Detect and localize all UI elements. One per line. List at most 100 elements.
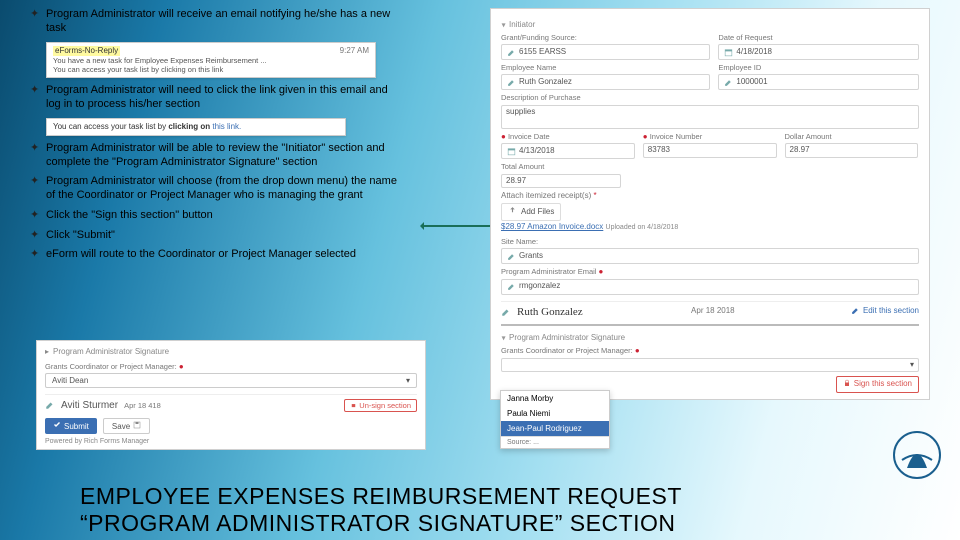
- pointer-arrow: [422, 225, 497, 227]
- required-icon: ●: [635, 346, 640, 355]
- field-value: 1000001: [736, 78, 767, 87]
- title-line-2: “PROGRAM ADMINISTRATOR SIGNATURE” SECTIO…: [80, 510, 900, 536]
- dropdown-option[interactable]: Janna Morby: [501, 391, 609, 406]
- dropdown-option[interactable]: Jean-Paul Rodriguez: [501, 421, 609, 436]
- slide-title: EMPLOYEE EXPENSES REIMBURSEMENT REQUEST …: [80, 483, 900, 536]
- chevron-down-icon: ▸: [499, 336, 508, 340]
- coordinator-select-filled[interactable]: Aviti Dean ▾: [45, 373, 417, 388]
- field-label: Program Administrator Email: [501, 267, 596, 276]
- sign-label: Sign this section: [854, 380, 912, 389]
- lock-icon: [843, 379, 851, 390]
- instruction-list: ✦ Program Administrator will receive an …: [30, 8, 405, 268]
- date-request-input[interactable]: 4/18/2018: [718, 44, 919, 60]
- field-label: Invoice Date: [508, 132, 550, 141]
- dollar-amount-input[interactable]: 28.97: [785, 143, 919, 158]
- pa-signature-section: ▸ Program Administrator Signature Grants…: [501, 324, 919, 393]
- employee-name-input[interactable]: Ruth Gonzalez: [501, 74, 710, 90]
- email-body: You can access your task list by clickin…: [53, 65, 369, 74]
- email-time: 9:27 AM: [340, 46, 369, 56]
- upload-icon: [508, 206, 517, 218]
- pa-email-input[interactable]: rmgonzalez: [501, 279, 919, 295]
- unsign-label: Un-sign section: [359, 401, 411, 410]
- pencil-icon: [851, 306, 860, 318]
- edit-icon: [506, 251, 516, 261]
- bullet-item: ✦ eForm will route to the Coordinator or…: [30, 248, 405, 262]
- select-value: Aviti Dean: [52, 376, 88, 385]
- bullet-marker: ✦: [30, 229, 46, 243]
- grant-funding-input[interactable]: 6155 EARSS: [501, 44, 710, 60]
- attach-label: Attach itemized receipt(s): [501, 191, 591, 200]
- link-text-inset: You can access your task list by clickin…: [46, 118, 346, 136]
- edit-section-button[interactable]: Edit this section: [851, 306, 919, 318]
- email-from: eForms-No-Reply: [53, 46, 120, 56]
- sign-section-button[interactable]: Sign this section: [836, 376, 919, 393]
- bullet-marker: ✦: [30, 142, 46, 170]
- required-icon: ●: [179, 362, 184, 371]
- field-label: Date of Request: [718, 34, 919, 42]
- field-value: 83783: [648, 146, 670, 155]
- initiator-header[interactable]: ▸ Initiator: [501, 21, 919, 30]
- edit-label: Edit this section: [863, 307, 919, 316]
- save-button[interactable]: Save: [103, 418, 150, 434]
- edit-icon: [506, 282, 516, 292]
- dropdown-option[interactable]: Paula Niemi: [501, 406, 609, 421]
- bullet-item: ✦ Program Administrator will need to cli…: [30, 84, 405, 112]
- pa-detail-header[interactable]: ▸ Program Administrator Signature: [45, 347, 417, 356]
- required-icon: ●: [599, 267, 604, 276]
- coordinator-dropdown[interactable]: Janna Morby Paula Niemi Jean-Paul Rodrig…: [500, 390, 610, 449]
- chevron-down-icon: ▸: [499, 23, 508, 27]
- email-preview-inset: eForms-No-Reply 9:27 AM You have a new t…: [46, 42, 376, 79]
- add-files-button[interactable]: Add Files: [501, 203, 561, 221]
- bullet-item: ✦ Click the "Sign this section" button: [30, 209, 405, 223]
- signature-icon: [45, 400, 55, 412]
- chevron-down-icon: ▸: [45, 347, 49, 356]
- field-label: Site Name:: [501, 238, 919, 246]
- pa-signature-detail: ▸ Program Administrator Signature Grants…: [36, 340, 426, 450]
- edit-icon: [723, 77, 733, 87]
- field-value: 28.97: [790, 146, 810, 155]
- site-name-input[interactable]: Grants: [501, 248, 919, 264]
- field-label: Grant/Funding Source:: [501, 34, 710, 42]
- bullet-text: Program Administrator will receive an em…: [46, 8, 405, 36]
- invoice-date-input[interactable]: 4/13/2018: [501, 143, 635, 159]
- pa-signature-header[interactable]: ▸ Program Administrator Signature: [501, 334, 919, 343]
- eform-panel: ▸ Initiator Grant/Funding Source: 6155 E…: [490, 8, 930, 400]
- signature-date: Apr 18 418: [124, 401, 161, 410]
- add-files-label: Add Files: [521, 208, 554, 217]
- powered-by: Powered by Rich Forms Manager: [45, 438, 417, 445]
- attachment-link[interactable]: $28.97 Amazon Invoice.docx: [501, 222, 603, 231]
- total-amount-field: 28.97: [501, 174, 621, 189]
- signature-date: Apr 18 2018: [691, 307, 735, 316]
- signature-icon: [501, 307, 511, 317]
- invoice-number-input[interactable]: 83783: [643, 143, 777, 158]
- description-input[interactable]: supplies: [501, 105, 919, 129]
- field-value: 4/18/2018: [736, 48, 772, 57]
- disk-icon: [133, 421, 141, 431]
- field-label: Employee Name: [501, 64, 710, 72]
- calendar-icon: [723, 47, 733, 57]
- required-icon: ●: [643, 132, 648, 141]
- coordinator-select[interactable]: ▾: [501, 358, 919, 373]
- field-value: 4/13/2018: [519, 147, 555, 156]
- field-label: Employee ID: [718, 64, 919, 72]
- bullet-text: eForm will route to the Coordinator or P…: [46, 248, 405, 262]
- section-title: Program Administrator Signature: [53, 347, 169, 356]
- unsign-button[interactable]: Un-sign section: [344, 399, 417, 412]
- bullet-marker: ✦: [30, 8, 46, 36]
- check-icon: [53, 421, 61, 431]
- bullet-text: Click "Submit": [46, 229, 405, 243]
- signature-name: Ruth Gonzalez: [517, 306, 583, 318]
- bullet-text: Program Administrator will be able to re…: [46, 142, 405, 170]
- submit-button[interactable]: Submit: [45, 418, 97, 434]
- pa-signature-row: Aviti Sturmer Apr 18 418 Un-sign section: [45, 394, 417, 412]
- field-value: 6155 EARSS: [519, 48, 566, 57]
- field-value: Ruth Gonzalez: [519, 78, 572, 87]
- field-label: Dollar Amount: [785, 133, 919, 141]
- bullet-marker: ✦: [30, 84, 46, 112]
- field-value: 28.97: [506, 177, 526, 186]
- bullet-item: ✦ Program Administrator will choose (fro…: [30, 175, 405, 203]
- employee-id-input[interactable]: 1000001: [718, 74, 919, 90]
- task-link[interactable]: this link.: [212, 122, 241, 131]
- field-label: Description of Purchase: [501, 94, 919, 102]
- field-value: supplies: [506, 108, 535, 117]
